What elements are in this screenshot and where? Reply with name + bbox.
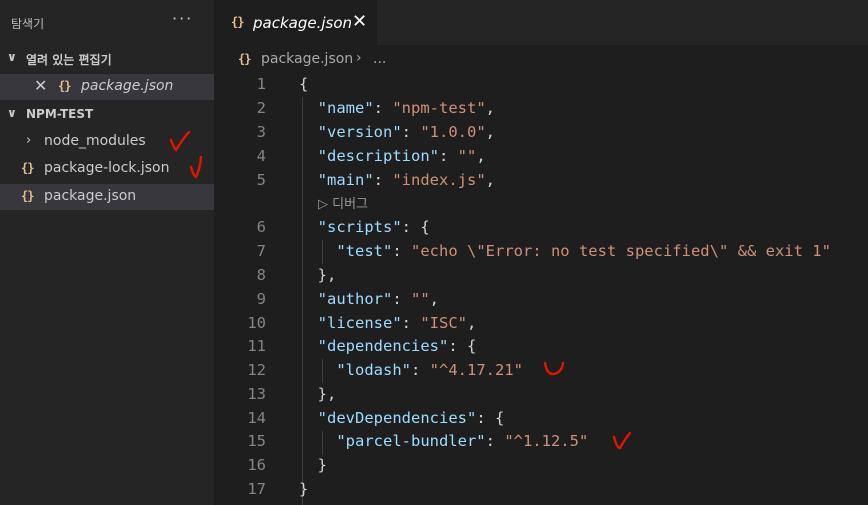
- line-number: 11: [247, 337, 266, 355]
- explorer-sidebar: 탐색기 ··· ∨ 열려 있는 편집기 ✕ {} package.json ∨ …: [0, 0, 214, 505]
- code-line: "scripts": {: [317, 218, 430, 236]
- json-key: "description": [317, 147, 439, 165]
- json-key: "main": [317, 171, 374, 189]
- json-value: "": [411, 290, 430, 308]
- json-file-icon: {}: [58, 79, 71, 93]
- code-line: "author": "",: [317, 290, 440, 308]
- json-value: "^1.12.5": [504, 432, 589, 450]
- line-number: 15: [247, 432, 266, 450]
- line-number: 5: [256, 171, 266, 189]
- explorer-title: 탐색기: [11, 17, 45, 31]
- json-file-icon: {}: [231, 15, 244, 29]
- tree-item-label: package-lock.json: [44, 160, 170, 176]
- json-value: "1.0.0": [420, 123, 486, 141]
- json-key: "version": [317, 123, 402, 141]
- json-key: "license": [317, 314, 402, 332]
- json-key: "author": [317, 290, 393, 308]
- tab-package-json[interactable]: {} package.json ✕: [214, 0, 377, 45]
- breadcrumb-file[interactable]: package.json: [261, 51, 353, 67]
- breadcrumb-more[interactable]: ...: [373, 51, 386, 67]
- json-key: "parcel-bundler": [336, 432, 486, 450]
- red-check-mark: [543, 361, 565, 376]
- code-line: "description": "",: [317, 147, 486, 165]
- line-number: 7: [256, 242, 266, 260]
- code-line: "main": "index.js",: [317, 171, 496, 189]
- chevron-down-icon: ∨: [7, 50, 17, 64]
- line-number: 4: [256, 147, 266, 165]
- red-check-mark: [612, 431, 632, 450]
- tree-item-label: package.json: [44, 188, 137, 204]
- json-file-icon: {}: [238, 52, 251, 66]
- json-value: "": [457, 147, 477, 165]
- close-icon[interactable]: ✕: [34, 76, 47, 95]
- chevron-down-icon: ∨: [7, 106, 17, 120]
- json-file-icon: {}: [21, 161, 34, 175]
- json-file-icon: {}: [21, 189, 34, 203]
- line-number: 6: [256, 218, 266, 236]
- explorer-title-bar: 탐색기 ···: [0, 0, 214, 45]
- tree-item-package-json[interactable]: {} package.json: [0, 184, 214, 210]
- line-number: 12: [247, 361, 266, 379]
- json-key: "test": [336, 242, 393, 260]
- chevron-right-icon: ›: [356, 50, 362, 66]
- json-key: "dependencies": [317, 337, 449, 355]
- open-editors-label: 열려 있는 편집기: [26, 53, 112, 67]
- json-value: "echo \"Error: no test specified\" && ex…: [411, 242, 831, 260]
- breadcrumb: {} package.json › ...: [214, 45, 868, 73]
- code-line: "name": "npm-test",: [317, 99, 496, 117]
- code-line: "dependencies": {: [317, 337, 477, 355]
- json-value: "^4.17.21": [429, 361, 523, 379]
- code-line: }: [299, 480, 309, 498]
- code-line: },: [299, 266, 337, 284]
- open-editor-label: package.json: [81, 78, 174, 94]
- code-line: {: [299, 75, 309, 93]
- open-editor-item-package-json[interactable]: ✕ {} package.json: [0, 74, 214, 100]
- line-number: 10: [247, 314, 266, 332]
- red-check-mark: [189, 155, 203, 179]
- line-number: 8: [256, 266, 266, 284]
- folder-header-npm-test[interactable]: ∨ NPM-TEST: [0, 103, 214, 127]
- close-icon[interactable]: ✕: [352, 11, 367, 32]
- line-number: 2: [256, 99, 266, 117]
- open-editors-header[interactable]: ∨ 열려 있는 편집기: [0, 47, 214, 71]
- json-key: "name": [317, 99, 374, 117]
- code-line: "devDependencies": {: [317, 409, 505, 427]
- line-number: 3: [256, 123, 266, 141]
- debug-codelens[interactable]: ▷ 디버그: [318, 193, 368, 212]
- more-actions-icon[interactable]: ···: [172, 9, 193, 28]
- code-line: "lodash": "^4.17.21": [336, 361, 523, 379]
- chevron-right-icon: ›: [26, 133, 32, 148]
- tab-label: package.json: [253, 14, 353, 32]
- line-number: 16: [247, 456, 266, 474]
- json-value: "ISC": [420, 314, 468, 332]
- code-line: },: [299, 385, 337, 403]
- code-editor[interactable]: ▷ 디버그 1 {2 "name": "npm-test", 3 "version"…: [214, 73, 868, 505]
- json-key: "devDependencies": [317, 409, 477, 427]
- code-line: "license": "ISC",: [317, 314, 477, 332]
- line-number: 17: [247, 480, 266, 498]
- code-line: "parcel-bundler": "^1.12.5": [336, 432, 589, 450]
- code-line: }: [299, 456, 327, 474]
- tree-item-label: node_modules: [44, 133, 146, 149]
- json-value: "npm-test": [392, 99, 486, 117]
- json-value: "index.js": [392, 171, 486, 189]
- tree-item-package-lock-json[interactable]: {} package-lock.json: [0, 156, 214, 182]
- line-number: 14: [247, 409, 266, 427]
- line-number: 9: [256, 290, 266, 308]
- editor-tab-bar: {} package.json ✕: [214, 0, 868, 45]
- json-key: "scripts": [317, 218, 402, 236]
- folder-label: NPM-TEST: [26, 107, 94, 121]
- json-key: "lodash": [336, 361, 411, 379]
- line-number: 13: [247, 385, 266, 403]
- code-line: "version": "1.0.0",: [317, 123, 496, 141]
- line-number: 1: [256, 75, 266, 93]
- code-line: "test": "echo \"Error: no test specified…: [336, 242, 831, 260]
- red-check-mark: [169, 130, 191, 152]
